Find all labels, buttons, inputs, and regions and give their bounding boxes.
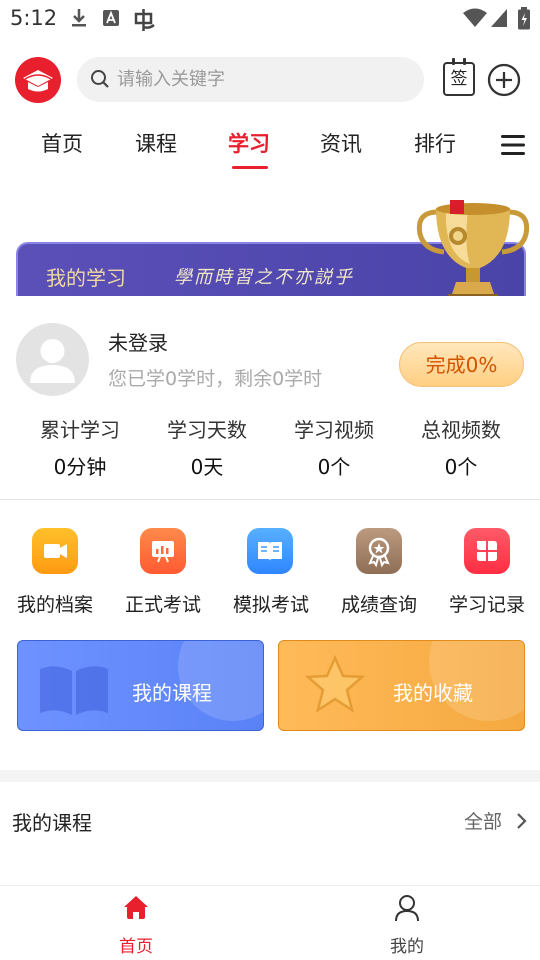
mock-exam-button[interactable] bbox=[247, 528, 293, 574]
stat-value-days: 0天 bbox=[190, 455, 224, 479]
signal-icon bbox=[491, 9, 507, 27]
profile-icon[interactable] bbox=[392, 893, 422, 923]
grid-petals-icon bbox=[477, 541, 497, 561]
graduation-cap-icon bbox=[23, 70, 53, 92]
nav-label-mine[interactable]: 我的 bbox=[377, 932, 437, 957]
avatar[interactable] bbox=[16, 323, 89, 396]
menu-icon[interactable] bbox=[500, 133, 526, 157]
tab-news[interactable]: 资讯 bbox=[311, 128, 371, 158]
score-query-button[interactable] bbox=[356, 528, 402, 574]
wifi-icon bbox=[463, 8, 487, 27]
my-favorites-card[interactable]: 我的收藏 bbox=[278, 640, 525, 731]
stat-label-total-videos: 总视频数 bbox=[421, 418, 501, 442]
search-icon bbox=[91, 70, 109, 88]
divider bbox=[0, 499, 540, 500]
star-icon bbox=[305, 655, 365, 713]
tab-courses[interactable]: 课程 bbox=[126, 128, 186, 158]
formal-exam-button[interactable] bbox=[140, 528, 186, 574]
nav-label-home[interactable]: 首页 bbox=[106, 932, 166, 957]
my-favorites-label: 我的收藏 bbox=[393, 681, 473, 705]
tab-home[interactable]: 首页 bbox=[32, 128, 92, 158]
study-hours-summary: 您已学0学时，剩余0学时 bbox=[108, 368, 323, 390]
stat-label-total-time: 累计学习 bbox=[40, 418, 120, 442]
add-icon[interactable] bbox=[487, 63, 521, 97]
search-input[interactable] bbox=[117, 57, 407, 102]
sign-in-button[interactable]: 签 bbox=[443, 58, 475, 96]
app-logo bbox=[15, 57, 61, 103]
user-name[interactable]: 未登录 bbox=[108, 327, 168, 356]
my-courses-label: 我的课程 bbox=[132, 681, 212, 705]
banner-motto: 學而時習之不亦説乎 bbox=[174, 267, 354, 288]
text-a-icon bbox=[103, 10, 119, 26]
tab-active-indicator bbox=[232, 166, 268, 169]
completion-badge[interactable]: 完成0% bbox=[399, 342, 524, 387]
func-label-score-query: 成绩查询 bbox=[340, 594, 417, 616]
chart-board-icon bbox=[152, 541, 174, 563]
user-avatar-icon bbox=[30, 339, 75, 383]
award-badge-icon bbox=[368, 537, 390, 568]
tab-study[interactable]: 学习 bbox=[219, 128, 279, 158]
func-label-formal-exam: 正式考试 bbox=[124, 594, 201, 616]
stat-label-videos: 学习视频 bbox=[294, 418, 374, 442]
sign-in-label: 签 bbox=[450, 69, 468, 89]
my-profile-button[interactable] bbox=[32, 528, 78, 574]
stat-value-total-videos: 0个 bbox=[444, 455, 478, 479]
section-title: 我的课程 bbox=[12, 811, 92, 835]
func-label-profile: 我的档案 bbox=[16, 594, 93, 616]
stat-value-videos: 0个 bbox=[317, 455, 351, 479]
study-record-button[interactable] bbox=[464, 528, 510, 574]
open-book-icon bbox=[258, 542, 282, 561]
chevron-right-icon[interactable] bbox=[515, 812, 527, 830]
book-icon bbox=[40, 666, 108, 715]
download-icon bbox=[72, 9, 86, 27]
bottom-nav bbox=[0, 885, 540, 960]
status-time: 5:12 bbox=[10, 6, 58, 30]
tab-ranking[interactable]: 排行 bbox=[405, 128, 465, 158]
bug-icon bbox=[134, 9, 155, 31]
func-label-mock-exam: 模拟考试 bbox=[232, 594, 309, 616]
section-separator bbox=[0, 770, 540, 782]
top-tabs: 首页 课程 学习 资讯 排行 bbox=[0, 120, 540, 172]
search-bar[interactable] bbox=[77, 57, 424, 102]
home-icon[interactable] bbox=[121, 893, 151, 923]
stat-value-total-time: 0分钟 bbox=[53, 455, 107, 479]
study-page: 5:12 请输入关键字 签 首页 课程 学习 资讯 排行 我的学习 學而時習之不… bbox=[0, 0, 540, 960]
my-courses-card[interactable]: 我的课程 bbox=[17, 640, 264, 731]
battery-icon bbox=[518, 7, 530, 30]
view-all-link[interactable]: 全部 bbox=[464, 807, 502, 834]
completion-label: 完成0% bbox=[425, 353, 498, 377]
banner-title: 我的学习 bbox=[46, 266, 126, 290]
func-label-study-record: 学习记录 bbox=[448, 594, 525, 616]
video-camera-icon bbox=[44, 544, 67, 558]
status-bar: 5:12 bbox=[0, 0, 540, 40]
stat-label-days: 学习天数 bbox=[167, 418, 247, 442]
